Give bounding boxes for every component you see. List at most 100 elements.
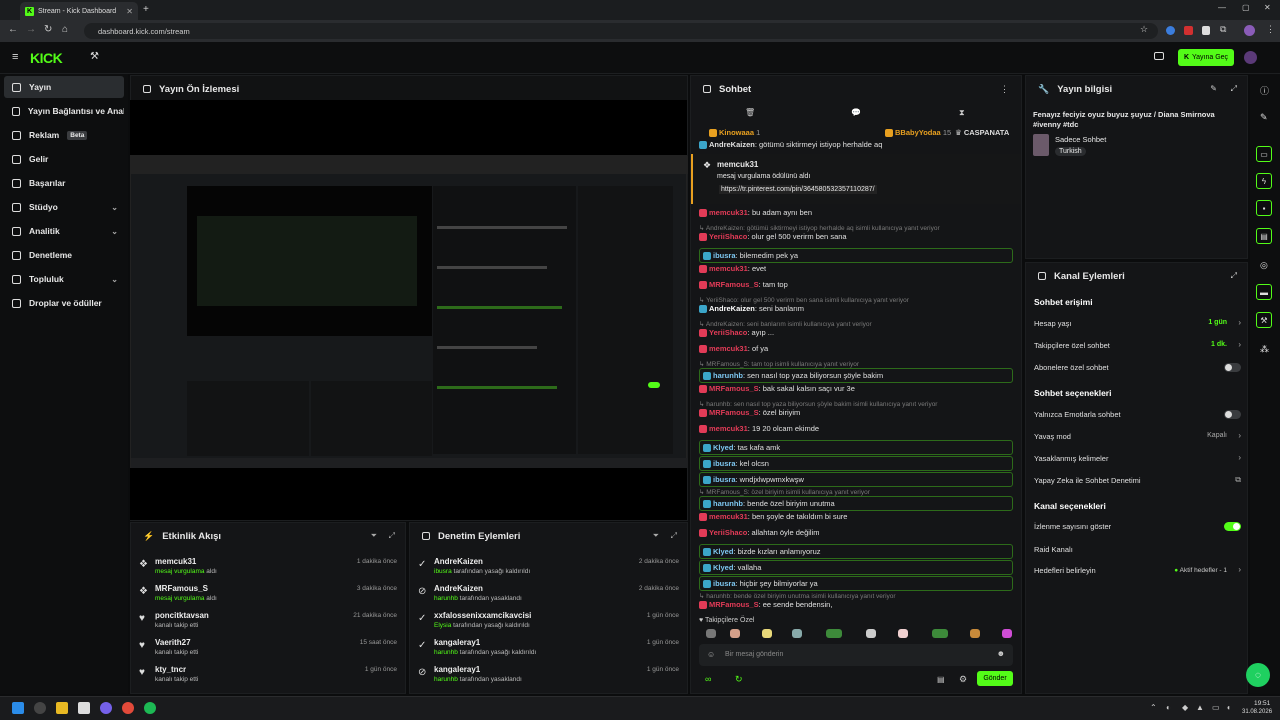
sidebar-item-reklam[interactable]: Reklam Beta xyxy=(4,124,124,146)
sidebar-item-gelir[interactable]: Gelir xyxy=(4,148,124,170)
tray-icon[interactable]: ◆ xyxy=(1182,703,1188,712)
chat-user[interactable]: MRFamous_S xyxy=(709,408,759,417)
show-viewers-toggle[interactable] xyxy=(1224,522,1241,531)
sidebar-item-studyo[interactable]: Stüdyo ⌄ xyxy=(4,196,124,218)
sidebar-item-analitik[interactable]: Analitik ⌄ xyxy=(4,220,124,242)
rail-channel-button[interactable]: ▬ xyxy=(1256,284,1272,300)
chat-popout-icon[interactable] xyxy=(1154,52,1164,60)
chat-user[interactable]: harunhb xyxy=(713,499,743,508)
emote[interactable] xyxy=(730,629,740,638)
chat-user[interactable]: ibusra xyxy=(713,251,736,260)
highlight-user[interactable]: memcuk31 xyxy=(717,160,758,169)
rail-preview-button[interactable]: ▭ xyxy=(1256,146,1272,162)
rail-activity-button[interactable]: ϟ xyxy=(1256,173,1272,189)
hamburger-icon[interactable]: ≡ xyxy=(12,51,18,63)
chat-user[interactable]: Klyed xyxy=(713,547,733,556)
edit-icon[interactable]: ✎ xyxy=(1260,112,1268,123)
followers-chat-row[interactable]: Takipçilere özel sohbet 1 dk. › xyxy=(1026,339,1247,353)
highlight-link[interactable]: https://tr.pinterest.com/pin/36458053235… xyxy=(719,185,877,194)
chat-user[interactable]: Klyed xyxy=(713,563,733,572)
activity-user[interactable]: MRFamous_S xyxy=(155,584,208,593)
trash-icon[interactable]: 🗑 xyxy=(745,108,755,117)
rail-moderation-button[interactable]: ▪ xyxy=(1256,200,1272,216)
chat-user[interactable]: ibusra xyxy=(713,475,736,484)
expand-icon[interactable]: ⤢ xyxy=(1231,84,1237,94)
clock-date[interactable]: 31.08.2026 xyxy=(1242,709,1272,715)
emote[interactable] xyxy=(970,629,980,638)
emote[interactable] xyxy=(932,629,948,638)
url-field[interactable]: dashboard.kick.com/stream xyxy=(84,23,1158,39)
app-icon[interactable] xyxy=(78,702,90,714)
emote[interactable] xyxy=(792,629,802,638)
pinned-user[interactable]: Kinowaaa 1 xyxy=(709,128,760,138)
chat-user[interactable]: AndreKaizen xyxy=(709,304,755,313)
spotify-icon[interactable] xyxy=(144,702,156,714)
activity-user[interactable]: memcuk31 xyxy=(155,557,196,566)
rail-info-button[interactable]: ⚒ xyxy=(1256,312,1272,328)
raid-row[interactable]: Raid Kanalı xyxy=(1026,543,1247,557)
forward-icon[interactable]: → xyxy=(26,24,36,35)
extension-icon[interactable] xyxy=(1184,26,1193,35)
expand-icon[interactable]: ⤢ xyxy=(671,531,677,541)
emote-only-toggle[interactable] xyxy=(1224,410,1241,419)
chat-users-icon[interactable]: ▤ xyxy=(937,675,945,684)
extension-icon[interactable] xyxy=(1202,26,1210,35)
chat-user[interactable]: memcuk31 xyxy=(709,424,748,433)
new-tab-icon[interactable]: + xyxy=(143,4,149,15)
chat-user[interactable]: AndreKaizen xyxy=(709,140,755,149)
reload-icon[interactable]: ↻ xyxy=(44,24,52,35)
chat-user[interactable]: memcuk31 xyxy=(709,264,748,273)
mod-target[interactable]: AndreKaizen xyxy=(434,584,483,593)
maximize-icon[interactable]: ▢ xyxy=(1242,3,1250,12)
chat-user[interactable]: memcuk31 xyxy=(709,344,748,353)
subs-chat-toggle[interactable] xyxy=(1224,363,1241,372)
emote[interactable] xyxy=(826,629,842,638)
discord-icon[interactable] xyxy=(100,702,112,714)
volume-icon[interactable]: ◖ xyxy=(1226,703,1231,712)
info-icon[interactable]: ⓘ xyxy=(1260,84,1269,97)
chat-user[interactable]: MRFamous_S xyxy=(709,600,759,609)
network-icon[interactable]: ▭ xyxy=(1212,703,1220,712)
stream-preview-video[interactable] xyxy=(130,100,688,520)
account-age-row[interactable]: Hesap yaşı 1 gün › xyxy=(1026,317,1247,331)
sidebar-item-yayin[interactable]: Yayın xyxy=(4,76,124,98)
chat-user[interactable]: ibusra xyxy=(713,459,736,468)
tray-icon[interactable]: ◐ xyxy=(1166,703,1171,712)
infinity-icon[interactable]: ∞ xyxy=(705,674,711,684)
go-live-button[interactable]: K Yayına Geç xyxy=(1178,49,1234,66)
activity-user[interactable]: poncitktavsan xyxy=(155,611,209,620)
file-explorer-icon[interactable] xyxy=(56,702,68,714)
back-icon[interactable]: ← xyxy=(8,24,18,35)
emote[interactable] xyxy=(762,629,772,638)
mod-target[interactable]: kangaleray1 xyxy=(434,665,480,674)
menu-dots-icon[interactable]: ⋮ xyxy=(1266,24,1275,35)
sidebar-item-basarilar[interactable]: Başarılar xyxy=(4,172,124,194)
emote[interactable] xyxy=(1002,629,1012,638)
close-window-icon[interactable]: ✕ xyxy=(1264,3,1271,12)
chrome-icon[interactable] xyxy=(122,702,134,714)
chat-menu-icon[interactable]: ⋮ xyxy=(1000,84,1009,95)
filter-icon[interactable]: ⏷ xyxy=(653,531,659,541)
extension-icon[interactable] xyxy=(1166,26,1175,35)
browser-tab[interactable]: K Stream - Kick Dashboard ✕ xyxy=(20,2,138,20)
user-avatar[interactable] xyxy=(1244,51,1257,64)
bookmark-star-icon[interactable]: ☆ xyxy=(1140,24,1148,35)
windows-start-icon[interactable] xyxy=(12,702,24,714)
refresh-icon[interactable]: ↻ xyxy=(735,674,743,685)
chat-user[interactable]: YeriiShaco xyxy=(709,328,747,337)
goals-row[interactable]: Hedefleri belirleyin ● Aktif hedefler - … xyxy=(1026,564,1247,578)
sidebar-item-topluluk[interactable]: Topluluk ⌄ xyxy=(4,268,124,290)
hourglass-icon[interactable]: ⧗ xyxy=(959,108,965,118)
banned-words-row[interactable]: Yasaklanmış kelimeler › xyxy=(1026,452,1247,466)
target-icon[interactable]: ◎ xyxy=(1260,260,1268,271)
rail-chat-button[interactable]: ▤ xyxy=(1256,228,1272,244)
mod-target[interactable]: AndreKaizen xyxy=(434,557,483,566)
activity-user[interactable]: Vaerith27 xyxy=(155,638,191,647)
mod-target[interactable]: xxfalossenixxamcikavcisi xyxy=(434,611,531,620)
tray-chevron-icon[interactable]: ⌃ xyxy=(1150,703,1157,712)
hammer-icon[interactable]: ⚒ xyxy=(90,51,99,62)
emote[interactable] xyxy=(898,629,908,638)
chat-user[interactable]: MRFamous_S xyxy=(709,280,759,289)
kick-logo[interactable]: KICK xyxy=(30,50,63,66)
chat-user[interactable]: memcuk31 xyxy=(709,208,748,217)
